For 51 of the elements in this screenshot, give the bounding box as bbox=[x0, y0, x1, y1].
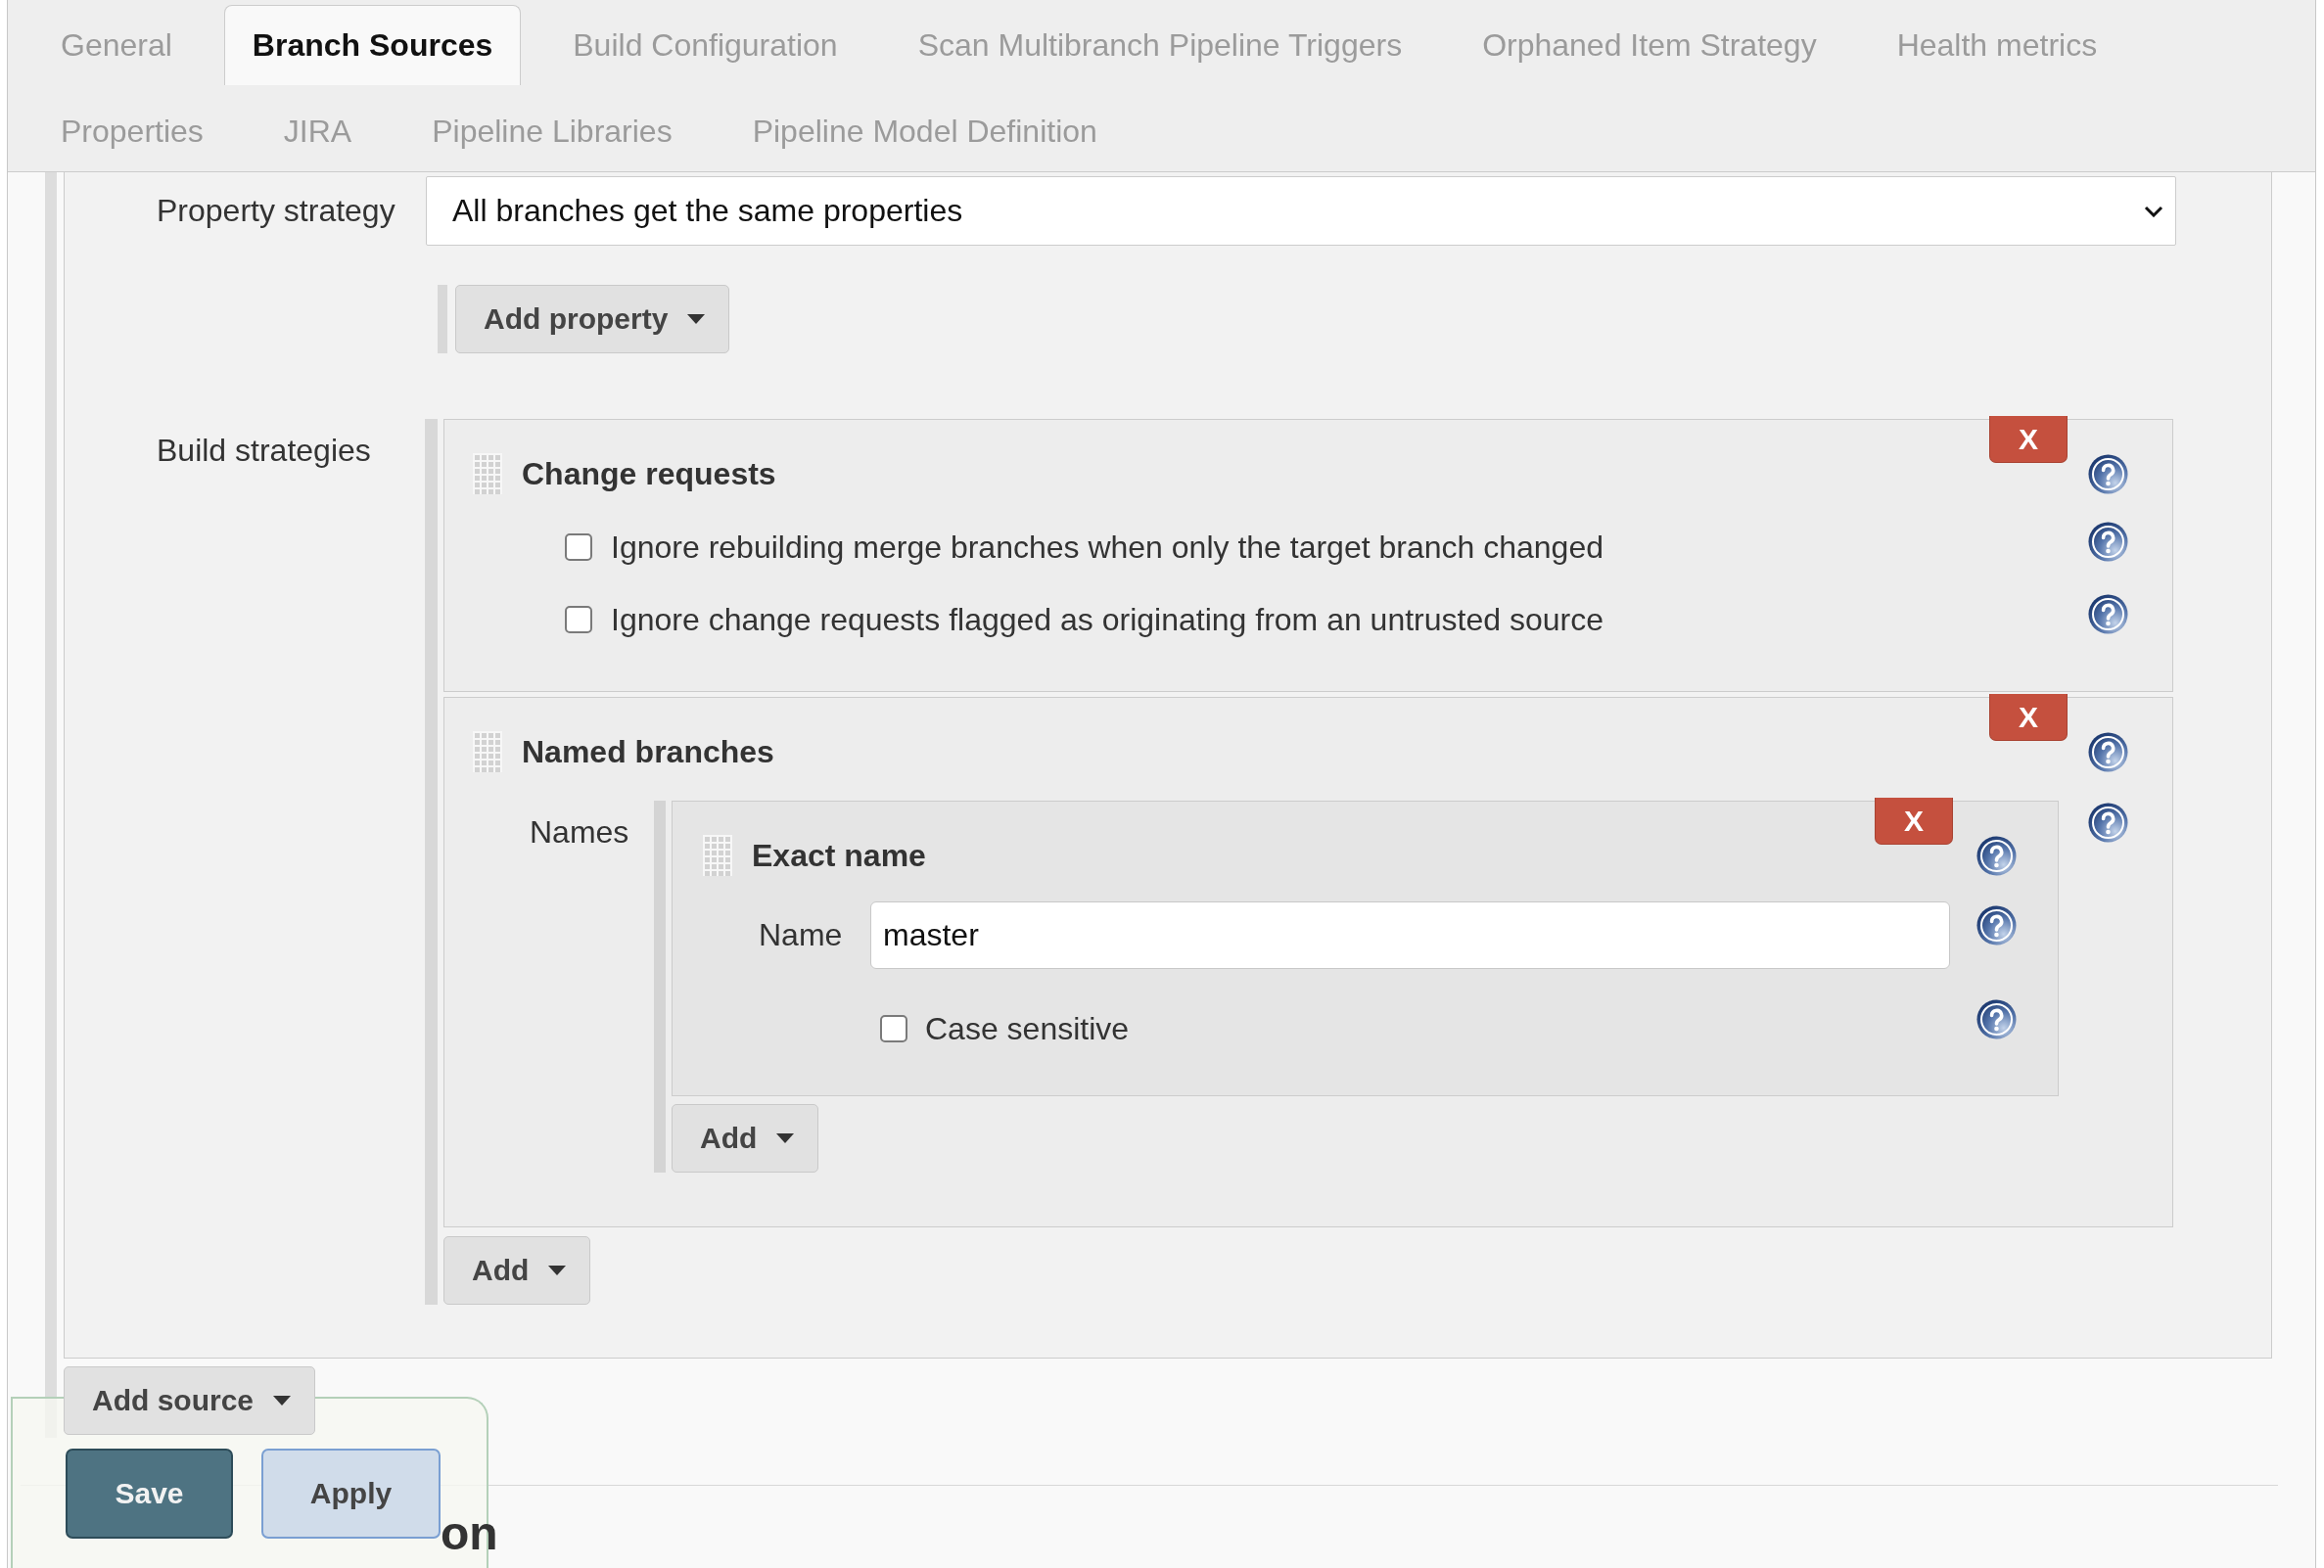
help-icon[interactable] bbox=[2088, 522, 2128, 562]
checkbox[interactable] bbox=[565, 533, 592, 561]
tab[interactable]: Health metrics bbox=[1868, 5, 2126, 85]
chevron-down-icon bbox=[2144, 205, 2163, 217]
tab[interactable]: Branch Sources bbox=[223, 5, 522, 85]
panel-title: Change requests bbox=[522, 455, 776, 492]
text-field[interactable]: master bbox=[870, 901, 1950, 969]
tab[interactable]: Pipeline Libraries bbox=[403, 91, 701, 171]
caret-icon bbox=[776, 1133, 795, 1143]
field-label: Names bbox=[530, 813, 630, 851]
delete-button[interactable]: X bbox=[1989, 694, 2068, 741]
tab[interactable]: Build Configuration bbox=[544, 5, 866, 85]
tab[interactable]: Properties bbox=[32, 91, 232, 171]
help-icon[interactable] bbox=[2088, 594, 2128, 634]
help-icon[interactable] bbox=[2088, 731, 2128, 772]
section-heading: on bbox=[441, 1506, 498, 1561]
drag-handle-icon[interactable] bbox=[703, 835, 732, 876]
help-icon[interactable] bbox=[1976, 835, 2017, 876]
help-icon[interactable] bbox=[2088, 803, 2128, 843]
help-icon[interactable] bbox=[1976, 999, 2017, 1039]
apply-button[interactable]: Apply bbox=[261, 1449, 441, 1539]
checkbox-label: Ignore change requests flagged as originating from an untrusted source bbox=[611, 601, 1604, 638]
drag-handle-icon[interactable] bbox=[473, 731, 502, 772]
drag-handle-icon[interactable] bbox=[473, 453, 502, 494]
field-label: Build strategies bbox=[157, 432, 372, 469]
panel-title: Exact name bbox=[752, 837, 926, 874]
save-button[interactable]: Save bbox=[66, 1449, 233, 1539]
checkbox-label: Ignore rebuilding merge branches when only the target branch changed bbox=[611, 529, 1604, 566]
delete-button[interactable]: X bbox=[1989, 416, 2068, 463]
add-source-button[interactable]: Add source bbox=[64, 1366, 316, 1435]
tab[interactable]: Pipeline Model Definition bbox=[723, 91, 1126, 171]
add-property-button[interactable]: Add property bbox=[455, 285, 730, 353]
tab[interactable]: General bbox=[32, 5, 201, 85]
field-label: Property strategy bbox=[157, 193, 396, 229]
checkbox[interactable] bbox=[565, 606, 592, 633]
help-icon[interactable] bbox=[2088, 453, 2128, 494]
field-label: Name bbox=[759, 917, 844, 953]
add-button[interactable]: Add bbox=[443, 1236, 591, 1305]
panel-title: Named branches bbox=[522, 733, 774, 770]
caret-icon bbox=[273, 1396, 292, 1406]
checkbox[interactable] bbox=[880, 1015, 907, 1042]
tab[interactable]: Orphaned Item Strategy bbox=[1454, 5, 1845, 85]
add-button[interactable]: Add bbox=[672, 1104, 819, 1173]
caret-icon bbox=[548, 1266, 567, 1275]
help-icon[interactable] bbox=[1976, 905, 2017, 945]
checkbox-label: Case sensitive bbox=[925, 1010, 1130, 1047]
delete-button[interactable]: X bbox=[1875, 798, 1953, 845]
tab[interactable]: Scan Multibranch Pipeline Triggers bbox=[889, 5, 1431, 85]
tab[interactable]: JIRA bbox=[255, 91, 381, 171]
caret-icon bbox=[687, 314, 706, 324]
dropdown-select[interactable]: All branches get the same properties bbox=[426, 176, 2176, 246]
